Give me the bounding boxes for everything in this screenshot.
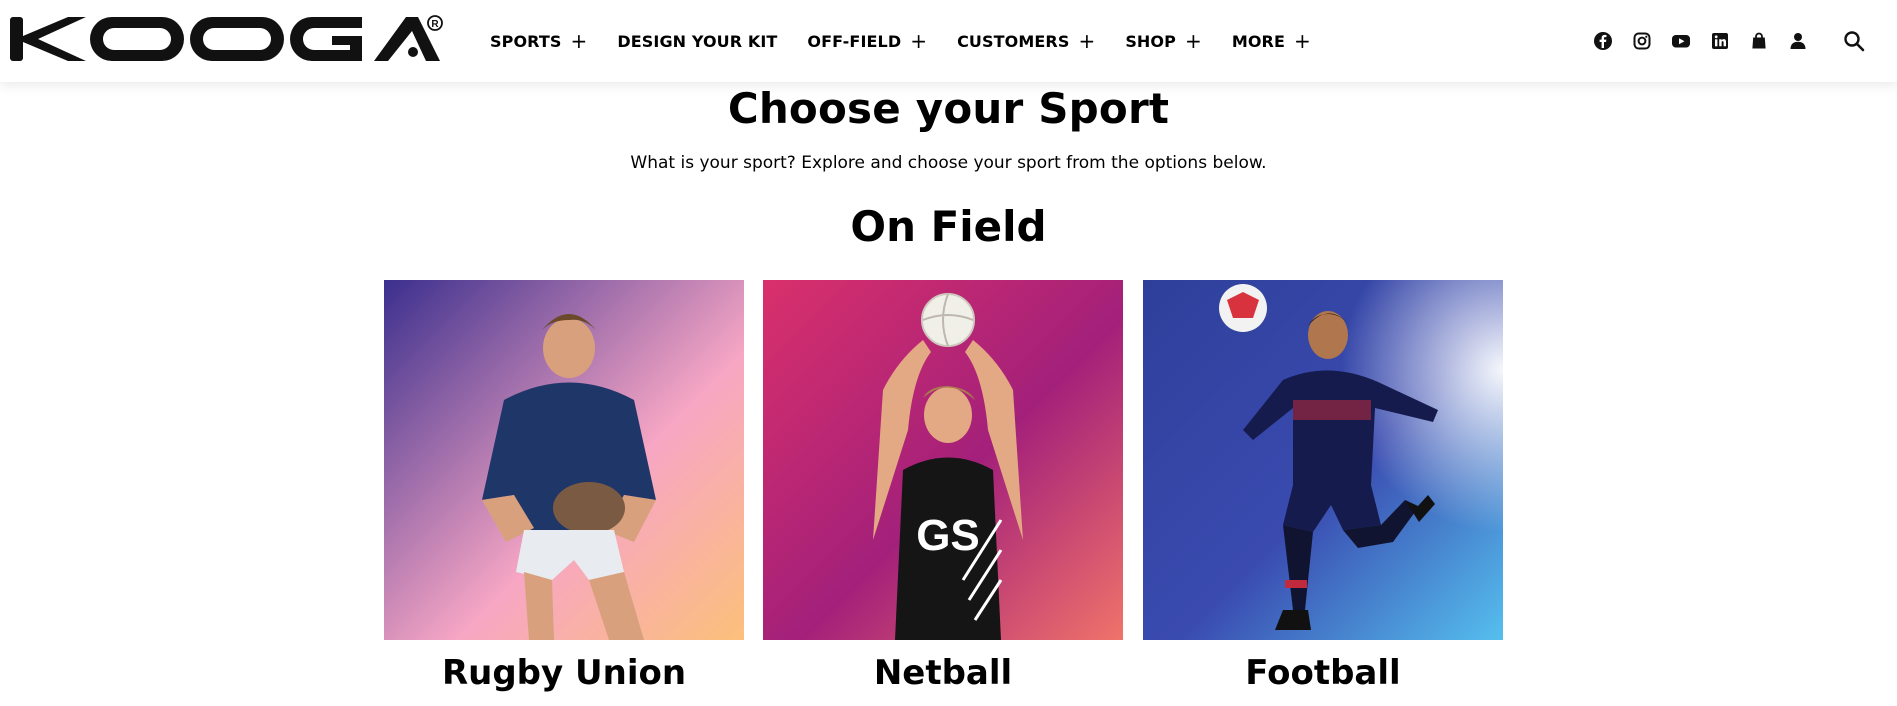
sport-card-football[interactable]: Football: [1143, 280, 1503, 693]
football-image[interactable]: [1143, 280, 1503, 640]
shopping-bag-icon[interactable]: [1749, 31, 1769, 51]
rugby-union-image[interactable]: [384, 280, 744, 640]
linkedin-icon[interactable]: [1710, 31, 1730, 51]
youtube-icon[interactable]: [1671, 31, 1691, 51]
plus-icon[interactable]: +: [1185, 31, 1202, 51]
nav-shop[interactable]: SHOP +: [1125, 31, 1202, 51]
sport-card-label[interactable]: Netball: [763, 653, 1123, 693]
nav-design-your-kit[interactable]: DESIGN YOUR KIT: [617, 32, 777, 51]
site-header: R SPORTS + DESIGN YOUR KIT OFF-FIELD + C…: [0, 0, 1897, 82]
nav-more-label: MORE: [1231, 31, 1286, 51]
nav-more[interactable]: MORE +: [1232, 31, 1311, 51]
page-subtitle: What is your sport? Explore and choose y…: [630, 153, 1267, 173]
nav-off-field[interactable]: OFF-FIELD +: [807, 31, 927, 51]
instagram-icon[interactable]: [1632, 31, 1652, 51]
main-nav: SPORTS + DESIGN YOUR KIT OFF-FIELD + CUS…: [490, 0, 1341, 82]
svg-text:GS: GS: [916, 511, 980, 560]
sport-card-label[interactable]: Football: [1143, 653, 1503, 693]
plus-icon[interactable]: +: [910, 31, 927, 51]
nav-off-field-label: OFF-FIELD: [807, 31, 902, 51]
kooga-logo[interactable]: R: [10, 14, 445, 64]
facebook-icon[interactable]: [1593, 31, 1613, 51]
nav-sports-label: SPORTS: [490, 31, 562, 51]
page-title: Choose your Sport: [727, 84, 1170, 133]
nav-customers-label: CUSTOMERS: [957, 31, 1070, 51]
nav-design-your-kit-label: DESIGN YOUR KIT: [617, 31, 778, 51]
plus-icon[interactable]: +: [571, 31, 588, 51]
section-title: On Field: [850, 202, 1047, 251]
nav-sports[interactable]: SPORTS +: [490, 31, 587, 51]
svg-text:R: R: [431, 19, 439, 30]
nav-shop-label: SHOP: [1125, 31, 1176, 51]
account-icon[interactable]: [1788, 31, 1808, 51]
netball-image[interactable]: GS: [763, 280, 1123, 640]
nav-customers[interactable]: CUSTOMERS +: [957, 31, 1095, 51]
plus-icon[interactable]: +: [1294, 31, 1311, 51]
search-icon[interactable]: [1843, 30, 1865, 52]
header-icons: [1593, 0, 1827, 82]
plus-icon[interactable]: +: [1078, 31, 1095, 51]
sport-card-netball[interactable]: GS Netball: [763, 280, 1123, 693]
sport-card-label[interactable]: Rugby Union: [384, 653, 744, 693]
sport-card-rugby-union[interactable]: Rugby Union: [384, 280, 744, 693]
